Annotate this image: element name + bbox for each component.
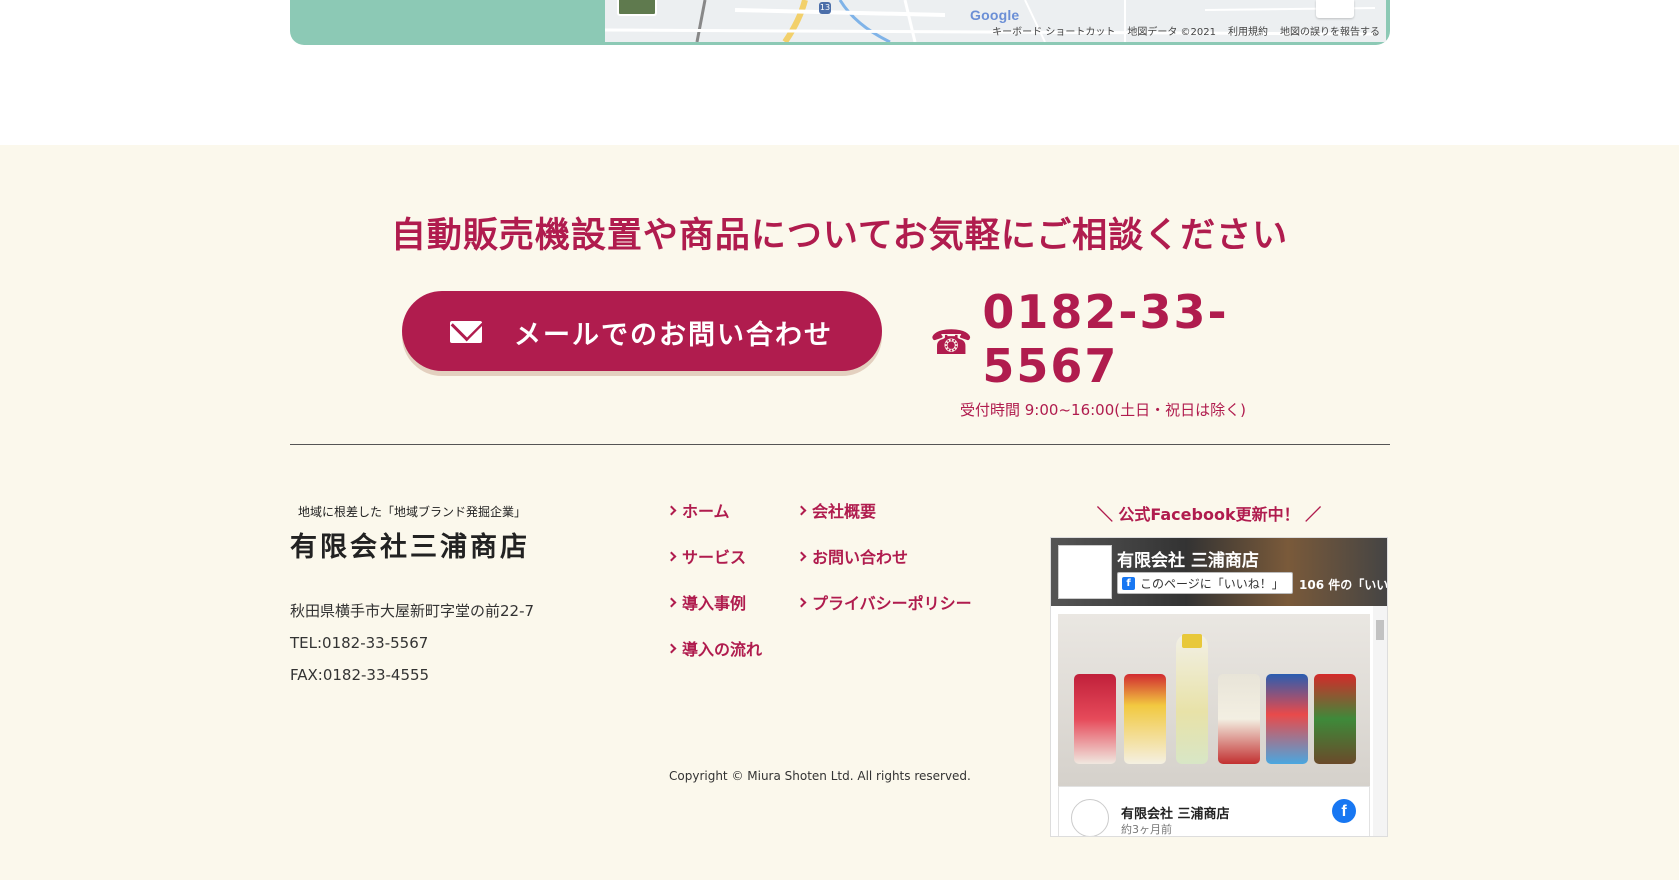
product-can: [1314, 674, 1356, 764]
phone-contact: ☎ 0182-33-5567 受付時間 9:00~16:00(土日・祝日は除く): [930, 285, 1290, 420]
facebook-like-button[interactable]: f このページに「いいね！」: [1117, 572, 1293, 594]
mail-contact-label: メールでのお問い合わせ: [514, 320, 833, 351]
facebook-page-header[interactable]: 有限会社 三浦商店 f このページに「いいね！」 106 件の「いい: [1051, 538, 1388, 606]
footer: 自動販売機設置や商品についてお気軽にご相談ください メールでのお問い合わせ ☎ …: [0, 145, 1679, 880]
facebook-heading: ＼ 公式Facebook更新中！ ／: [1096, 505, 1322, 524]
facebook-widget[interactable]: 有限会社 三浦商店 f このページに「いいね！」 106 件の「いい 有限会社 …: [1050, 537, 1388, 837]
company-address: 秋田県横手市大屋新町字堂の前22-7: [290, 602, 535, 620]
nav-item-flow[interactable]: 導入の流れ: [666, 635, 798, 661]
scrollbar-thumb[interactable]: [1376, 620, 1384, 640]
product-bottle-cap: [1182, 634, 1202, 648]
company-tel: TEL:0182-33-5567: [290, 634, 429, 652]
facebook-post-meta: 有限会社 三浦商店 約3ヶ月前 f: [1058, 786, 1370, 836]
keyboard-shortcuts-link[interactable]: キーボード ショートカット: [992, 23, 1115, 38]
facebook-page-name[interactable]: 有限会社 三浦商店: [1117, 546, 1259, 571]
copyright: Copyright © Miura Shoten Ltd. All rights…: [669, 769, 971, 783]
report-error-link[interactable]: 地図の誤りを報告する: [1280, 23, 1380, 38]
chevron-right-icon: [796, 551, 807, 561]
phone-icon: ☎: [930, 323, 973, 363]
company-fax: FAX:0182-33-4555: [290, 666, 430, 684]
company-name[interactable]: 有限会社三浦商店: [290, 525, 530, 564]
company-info: 秋田県横手市大屋新町字堂の前22-7 TEL:0182-33-5567 FAX:…: [290, 595, 534, 691]
chevron-right-icon: [666, 505, 677, 515]
footer-nav: ホーム 会社概要 サービス お問い合わせ 導入事例 プライバシーポリシー 導入の…: [666, 497, 988, 661]
product-can: [1074, 674, 1116, 764]
facebook-page-avatar[interactable]: [1058, 545, 1112, 599]
phone-hours: 受付時間 9:00~16:00(土日・祝日は除く): [960, 401, 1246, 419]
facebook-scrollbar[interactable]: [1373, 606, 1387, 836]
envelope-icon: [450, 321, 482, 343]
product-can: [1218, 674, 1260, 764]
google-logo: Google: [970, 7, 1020, 23]
nav-item-service[interactable]: サービス: [666, 543, 798, 569]
facebook-icon: f: [1122, 576, 1135, 590]
divider: [290, 444, 1390, 445]
cta-title: 自動販売機設置や商品についてお気軽にご相談ください: [390, 216, 1289, 256]
street-view-thumbnail[interactable]: [617, 0, 657, 16]
mail-contact-button[interactable]: メールでのお問い合わせ: [402, 291, 882, 371]
facebook-likes-count: 106 件の「いい: [1299, 578, 1388, 592]
chevron-right-icon: [796, 505, 807, 515]
nav-item-privacy[interactable]: プライバシーポリシー: [796, 589, 988, 615]
nav-item-home[interactable]: ホーム: [666, 497, 798, 523]
facebook-logo-icon[interactable]: f: [1332, 799, 1356, 823]
product-bottle: [1176, 634, 1208, 764]
map-canvas[interactable]: 13 Google キーボード ショートカット 地図データ ©2021 利用規約…: [605, 0, 1386, 42]
facebook-post-author[interactable]: 有限会社 三浦商店: [1121, 803, 1230, 822]
facebook-like-label: このページに「いいね！」: [1140, 576, 1284, 591]
company-tagline: 地域に根差した「地域ブランド発掘企業」: [298, 505, 527, 519]
facebook-post-image[interactable]: [1058, 614, 1370, 786]
nav-item-company[interactable]: 会社概要: [796, 497, 988, 523]
map-attribution: キーボード ショートカット 地図データ ©2021 利用規約 地図の誤りを報告す…: [992, 23, 1380, 38]
facebook-post-time[interactable]: 約3ヶ月前: [1121, 821, 1172, 836]
map-control-button[interactable]: [1316, 0, 1354, 18]
route-marker: 13: [819, 2, 831, 14]
map-data-text: 地図データ ©2021: [1127, 27, 1216, 38]
product-can: [1266, 674, 1308, 764]
map-embed[interactable]: 13 Google キーボード ショートカット 地図データ ©2021 利用規約…: [290, 0, 1390, 45]
facebook-post-avatar[interactable]: [1071, 799, 1109, 836]
chevron-right-icon: [666, 597, 677, 607]
terms-link[interactable]: 利用規約: [1228, 23, 1268, 38]
nav-item-cases[interactable]: 導入事例: [666, 589, 798, 615]
product-can: [1124, 674, 1166, 764]
nav-item-contact[interactable]: お問い合わせ: [796, 543, 988, 569]
chevron-right-icon: [666, 643, 677, 653]
chevron-right-icon: [796, 597, 807, 607]
chevron-right-icon: [666, 551, 677, 561]
phone-number[interactable]: 0182-33-5567: [982, 285, 1290, 393]
